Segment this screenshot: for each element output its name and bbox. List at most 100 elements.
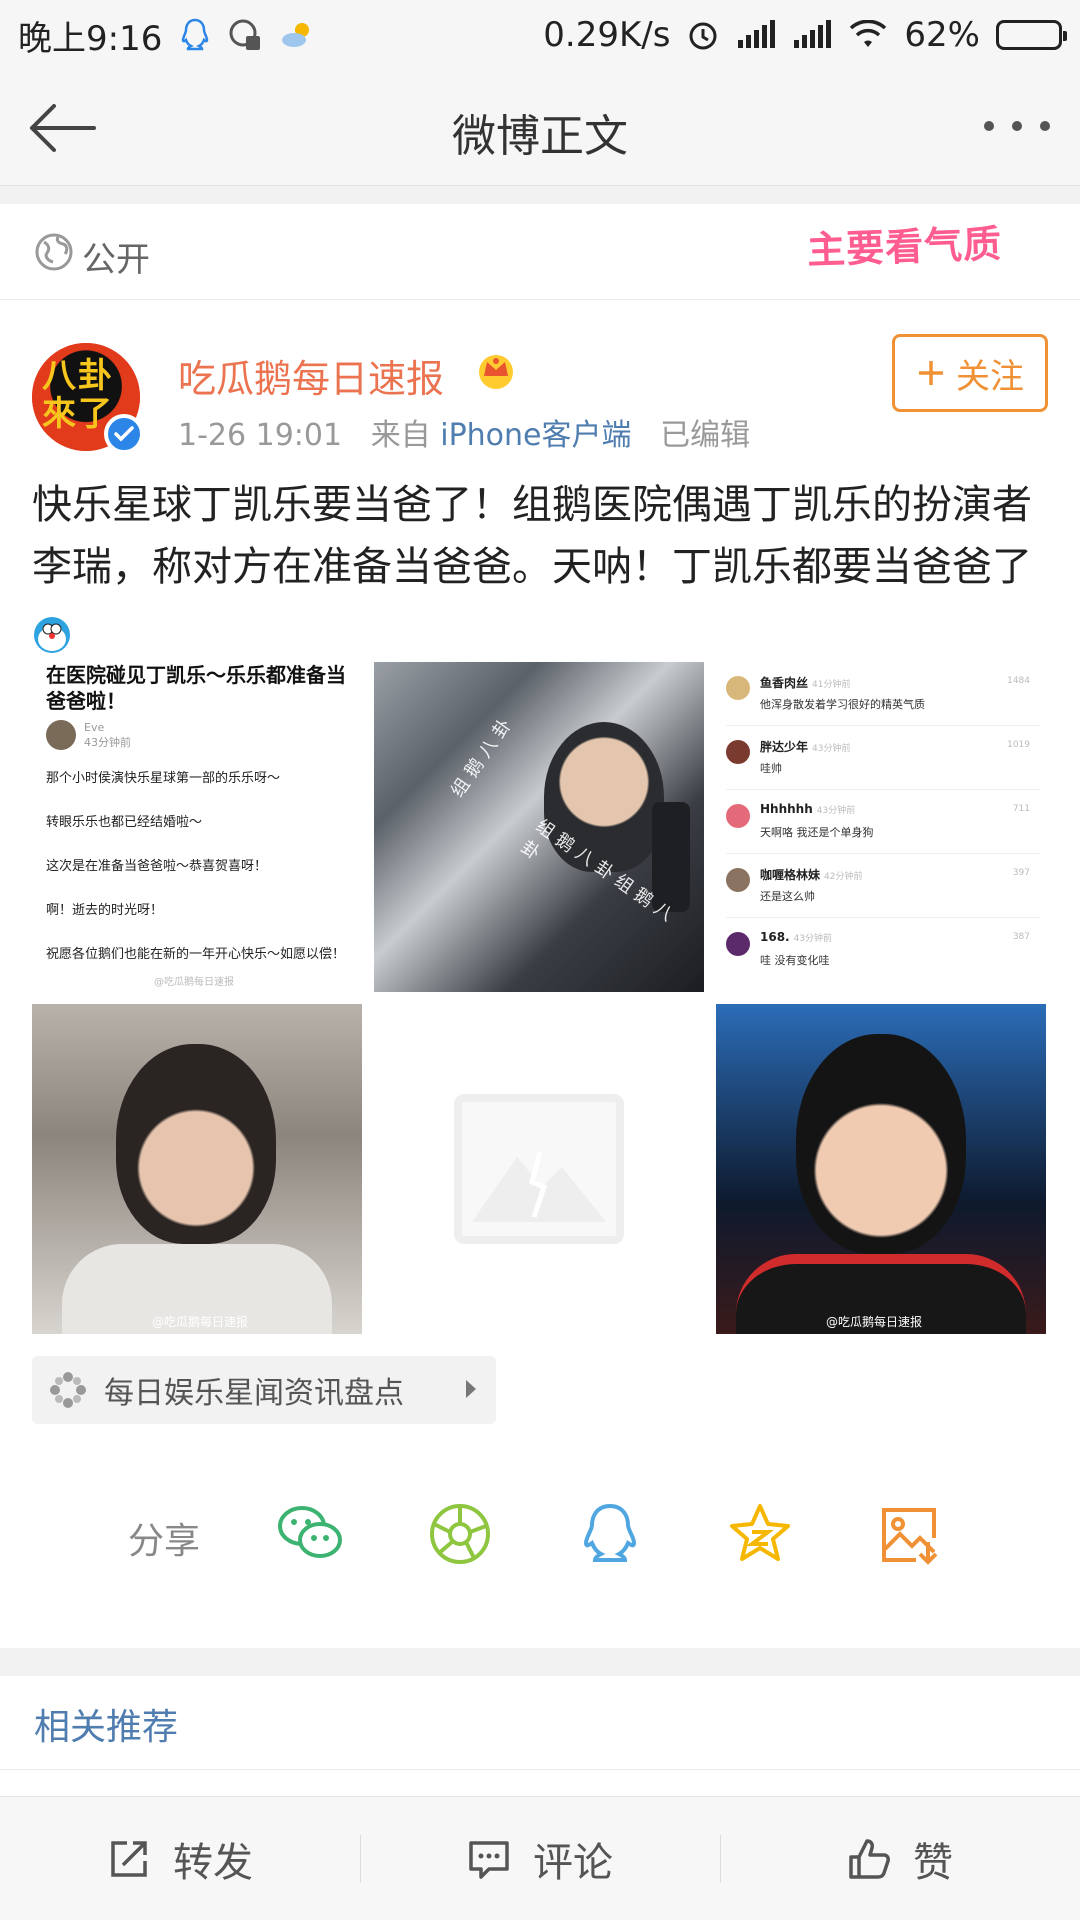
comment-text: 他浑身散发着学习很好的精英气质 xyxy=(760,698,925,711)
image-line: 祝愿各位鹅们也能在新的一年开心快乐～如愿以偿！ xyxy=(46,947,346,962)
qzone-icon[interactable] xyxy=(726,1502,794,1566)
post-text: 快乐星球丁凯乐要当爸了！组鹅医院偶遇丁凯乐的扮演者李瑞，称对方在准备当爸爸。天呐… xyxy=(32,482,1032,590)
related-title: 相关推荐 xyxy=(34,1707,179,1748)
share-row: 分享 xyxy=(0,1494,1080,1574)
like-label: 赞 xyxy=(913,1839,953,1886)
related-section[interactable]: 相关推荐 xyxy=(0,1676,1080,1770)
comment-likes: 387 xyxy=(1012,932,1030,942)
image-author-name: Eve xyxy=(84,720,105,734)
comment-icon xyxy=(469,1840,509,1879)
comment-avatar xyxy=(726,932,750,956)
post-image-3[interactable]: 鱼香肉丝 41分钟前 他浑身散发着学习很好的精英气质 1484 胖达少年 43分钟前… xyxy=(716,662,1046,992)
comment-time: 42分钟前 xyxy=(824,872,863,882)
no-data-icon xyxy=(228,18,262,52)
post-body: 快乐星球丁凯乐要当爸了！组鹅医院偶遇丁凯乐的扮演者李瑞，称对方在准备当爸爸。天呐… xyxy=(32,474,1048,660)
topic-icon xyxy=(50,1372,86,1408)
comment-name-text: 168. xyxy=(760,930,790,944)
image-body: 那个小时侯演快乐星球第一部的乐乐呀～ 转眼乐乐也都已经结婚啦～ 这次是在准备当爸… xyxy=(46,768,356,988)
plus-icon xyxy=(919,361,943,385)
comment-row: 胖达少年 43分钟前 哇帅 1019 xyxy=(726,730,1040,790)
more-menu-icon[interactable] xyxy=(984,114,1050,138)
comment-name: 鱼香肉丝 41分钟前 xyxy=(760,674,850,691)
status-time: 晚上9:16 xyxy=(18,18,163,59)
image-watermark: @吃瓜鹅每日速报 xyxy=(826,1315,923,1329)
signal-2-icon xyxy=(792,20,832,50)
thumbs-up-icon xyxy=(849,1838,890,1879)
network-speed: 0.29K/s xyxy=(543,15,671,55)
vip-crown-icon xyxy=(474,348,518,392)
globe-icon xyxy=(34,232,74,272)
image-watermark: 组鹅八卦 xyxy=(447,710,520,802)
image-headline: 在医院碰见丁凯乐～乐乐都准备当爸爸啦！ xyxy=(46,663,346,713)
photo-subject xyxy=(796,1034,966,1254)
post-image-1[interactable]: 在医院碰见丁凯乐～乐乐都准备当爸爸啦！ Eve 43分钟前 那个小时侯演快乐星球第… xyxy=(32,662,362,992)
save-image-icon[interactable] xyxy=(876,1502,944,1566)
comment-name: 咖喱格林妹 42分钟前 xyxy=(760,866,862,883)
follow-button[interactable]: 关注 xyxy=(892,334,1048,412)
comment-name: 168. 43分钟前 xyxy=(760,930,832,944)
comment-name-text: 鱼香肉丝 xyxy=(760,676,809,690)
follow-label: 关注 xyxy=(956,356,1024,397)
status-bar: 晚上9:16 0.29K/s 62% xyxy=(0,0,1080,70)
visibility-label: 公开 xyxy=(82,240,150,280)
comment-avatar xyxy=(726,740,750,764)
photo-subject xyxy=(116,1044,276,1244)
battery-percent: 62% xyxy=(904,15,980,55)
author-name[interactable]: 吃瓜鹅每日速报 xyxy=(178,348,444,403)
post-source[interactable]: iPhone客户端 xyxy=(440,418,631,453)
image-line: 转眼乐乐也都已经结婚啦～ xyxy=(46,815,203,830)
divider xyxy=(0,186,1080,204)
page-title: 微博正文 xyxy=(452,111,628,162)
comment-time: 43分钟前 xyxy=(793,934,833,944)
comment-row: 鱼香肉丝 41分钟前 他浑身散发着学习很好的精英气质 1484 xyxy=(726,666,1040,726)
comment-avatar xyxy=(726,804,750,828)
like-button[interactable]: 赞 xyxy=(720,1797,1080,1920)
post-image-2[interactable]: 组鹅八卦 组鹅八卦组鹅八卦 xyxy=(374,662,704,992)
comment-row: 168. 43分钟前 哇 没有变化哇 387 xyxy=(726,922,1040,982)
source-prefix: 来自 xyxy=(370,418,431,453)
post-image-4[interactable]: @吃瓜鹅每日速报 xyxy=(32,1004,362,1334)
image-author-avatar xyxy=(46,720,76,750)
edited-label[interactable]: 已编辑 xyxy=(660,418,750,453)
comment-likes: 397 xyxy=(1012,868,1030,878)
topic-label: 每日娱乐星闻资讯盘点 xyxy=(104,1376,404,1411)
comment-name-text: 胖达少年 xyxy=(760,740,809,754)
comment-avatar xyxy=(726,868,750,892)
doraemon-emoji-icon xyxy=(32,611,72,653)
comment-text: 哇 没有变化哇 xyxy=(760,954,830,967)
post-meta: 1-26 19:01 来自 iPhone客户端 已编辑 xyxy=(178,410,750,454)
comment-label: 评论 xyxy=(533,1839,613,1886)
comment-row: 咖喱格林妹 42分钟前 还是这么帅 397 xyxy=(726,858,1040,918)
image-author: Eve 43分钟前 xyxy=(46,720,131,750)
comment-name-text: 咖喱格林妹 xyxy=(760,868,821,882)
avatar-text: 八卦 來了 xyxy=(42,356,114,434)
comment-button[interactable]: 评论 xyxy=(360,1797,720,1920)
repost-icon xyxy=(111,1840,147,1877)
image-line: 那个小时侯演快乐星球第一部的乐乐呀～ xyxy=(46,771,281,786)
visibility-row: 公开 主要看气质 xyxy=(0,204,1080,300)
wechat-icon[interactable] xyxy=(276,1502,344,1566)
image-line: 这次是在准备当爸爸啦～恭喜贺喜呀！ xyxy=(46,859,268,874)
comment-text: 天啊咯 我还是个单身狗 xyxy=(760,826,874,839)
alarm-icon xyxy=(686,18,720,52)
post-image-5-broken[interactable] xyxy=(374,1004,704,1334)
weather-icon xyxy=(280,20,316,50)
comment-time: 41分钟前 xyxy=(812,680,851,690)
topic-chip[interactable]: 每日娱乐星闻资讯盘点 xyxy=(32,1356,496,1424)
comment-avatar xyxy=(726,676,750,700)
comment-text: 哇帅 xyxy=(760,762,782,775)
repost-button[interactable]: 转发 xyxy=(0,1797,360,1920)
chevron-right-icon xyxy=(466,1380,476,1398)
battery-icon xyxy=(996,20,1067,50)
image-watermark: @吃瓜鹅每日速报 xyxy=(152,1315,249,1329)
broken-image-icon xyxy=(454,1094,624,1244)
qq-icon[interactable] xyxy=(576,1502,644,1566)
nav-bar: 微博正文 xyxy=(0,70,1080,186)
comment-name-text: Hhhhhh xyxy=(760,802,813,816)
comment-text: 还是这么帅 xyxy=(760,890,815,903)
moments-icon[interactable] xyxy=(426,1502,494,1566)
post-image-6[interactable]: @吃瓜鹅每日速报 xyxy=(716,1004,1046,1334)
bottom-action-bar: 转发 评论 赞 xyxy=(0,1796,1080,1920)
repost-label: 转发 xyxy=(173,1839,253,1886)
comment-likes: 711 xyxy=(1012,804,1030,814)
